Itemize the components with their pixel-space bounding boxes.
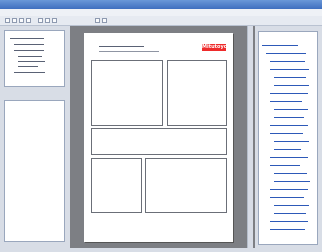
- tree-item[interactable]: [274, 141, 309, 142]
- tree-item[interactable]: [270, 229, 305, 230]
- title-bar: [0, 0, 322, 9]
- print-icon[interactable]: [26, 18, 31, 23]
- zoom-icon[interactable]: [95, 18, 100, 23]
- left-tree-line: [14, 50, 44, 51]
- tree-item[interactable]: [274, 213, 306, 214]
- open-icon[interactable]: [12, 18, 17, 23]
- tree-item[interactable]: [270, 61, 305, 62]
- cut-icon[interactable]: [38, 18, 43, 23]
- tree-item[interactable]: [270, 157, 308, 158]
- logo: Mitutoyo: [202, 44, 228, 51]
- tree-item[interactable]: [274, 149, 301, 150]
- left-tree-line: [10, 38, 44, 39]
- save-icon[interactable]: [19, 18, 24, 23]
- tree-item[interactable]: [274, 181, 310, 182]
- tree-item[interactable]: [270, 133, 303, 134]
- tree-item[interactable]: [270, 189, 308, 190]
- left-tree-line: [18, 66, 38, 67]
- report-section-bottom-right: [145, 158, 227, 213]
- new-icon[interactable]: [5, 18, 10, 23]
- tree-item[interactable]: [270, 93, 308, 94]
- report-section-bottom-left: [91, 158, 142, 213]
- page-title-bar: [99, 46, 144, 47]
- left-tree-line: [14, 72, 45, 73]
- tree-item[interactable]: [270, 197, 304, 198]
- tree-item[interactable]: [274, 109, 308, 110]
- left-tree-line: [14, 44, 44, 45]
- tree-item[interactable]: [270, 101, 302, 102]
- left-tree-line: [18, 56, 42, 57]
- tree-item[interactable]: [274, 85, 309, 86]
- tree-item[interactable]: [266, 53, 306, 54]
- tree-item[interactable]: [262, 45, 298, 46]
- paste-icon[interactable]: [52, 18, 57, 23]
- tree-item[interactable]: [274, 173, 307, 174]
- tree-item[interactable]: [274, 117, 304, 118]
- settings-icon[interactable]: [102, 18, 107, 23]
- left-bottom-panel: [4, 100, 65, 242]
- tree-item[interactable]: [270, 221, 308, 222]
- report-section-top-right: [167, 60, 227, 126]
- tree-item[interactable]: [270, 69, 309, 70]
- tree-item[interactable]: [270, 125, 308, 126]
- workspace-scrollbar[interactable]: [247, 26, 253, 248]
- copy-icon[interactable]: [45, 18, 50, 23]
- tree-item[interactable]: [274, 205, 309, 206]
- tree-item[interactable]: [270, 165, 300, 166]
- left-tree-line: [18, 61, 45, 62]
- report-section-top-left: [91, 60, 163, 126]
- report-section-middle: [91, 128, 227, 155]
- page-subtitle-bar: [99, 51, 159, 52]
- tree-item[interactable]: [274, 77, 306, 78]
- application-window: Mitutoyo: [0, 0, 322, 252]
